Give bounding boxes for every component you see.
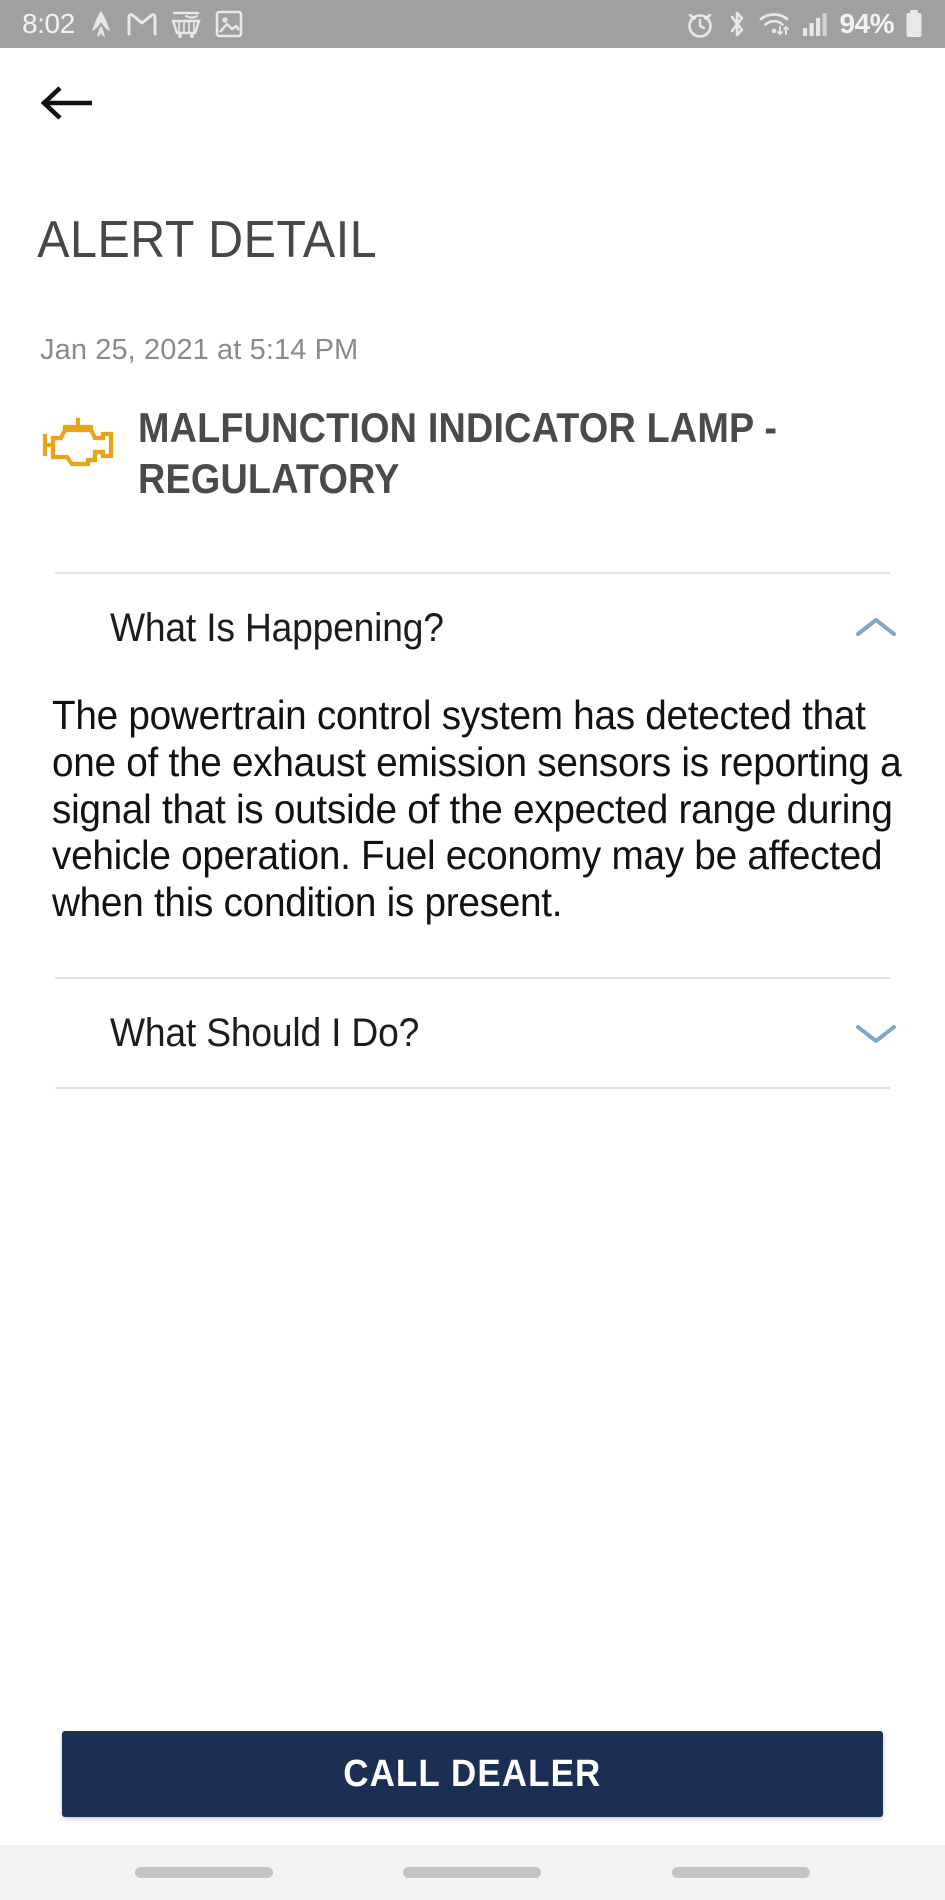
gmail-icon [127,11,157,37]
status-bar: 8:02 94% [0,0,945,48]
recents-pill[interactable] [135,1867,274,1878]
top-navigation-bar [0,48,945,160]
wifi-icon [759,10,791,38]
alert-header: MALFUNCTION INDICATOR LAMP - REGULATORY [0,402,945,504]
call-dealer-button[interactable]: CALL DEALER [62,1731,883,1817]
home-pill[interactable] [403,1867,542,1878]
back-pill[interactable] [671,1867,810,1878]
battery-percentage: 94% [839,8,894,39]
alert-title: MALFUNCTION INDICATOR LAMP - REGULATORY [138,404,778,503]
photos-icon [215,9,243,39]
accordion-header-what-is-happening[interactable]: What Is Happening? [0,574,945,682]
accordion-title-what-is-happening: What Is Happening? [110,605,444,650]
check-engine-icon [42,416,114,468]
cta-container: CALL DEALER [0,1731,945,1845]
alarm-icon [685,9,715,39]
alert-detail-screen: 8:02 94% ALERT DETAIL Jan 25, 2021 at 5:… [0,0,945,1900]
back-button[interactable] [40,73,102,135]
status-bar-right: 94% [685,9,923,39]
chevron-up-icon[interactable] [853,605,899,651]
page-title: ALERT DETAIL [37,211,378,269]
amazon-cart-icon [170,9,202,39]
bluetooth-icon [726,9,748,39]
status-bar-left: 8:02 [22,9,243,39]
accordion-body-what-is-happening: The powertrain control system has detect… [51,692,902,925]
cellular-signal-icon [802,11,828,37]
back-arrow-icon [40,82,96,127]
call-dealer-label: CALL DEALER [343,1752,602,1795]
accordion-title-what-should-i-do: What Should I Do? [110,1010,420,1055]
status-bar-clock: 8:02 [22,8,75,39]
accordion-header-what-should-i-do[interactable]: What Should I Do? [0,979,945,1087]
chevron-down-icon[interactable] [853,1010,899,1056]
alert-timestamp: Jan 25, 2021 at 5:14 PM [40,334,359,366]
system-navigation-bar [0,1845,945,1900]
strava-icon [88,9,114,39]
battery-icon [905,9,923,39]
